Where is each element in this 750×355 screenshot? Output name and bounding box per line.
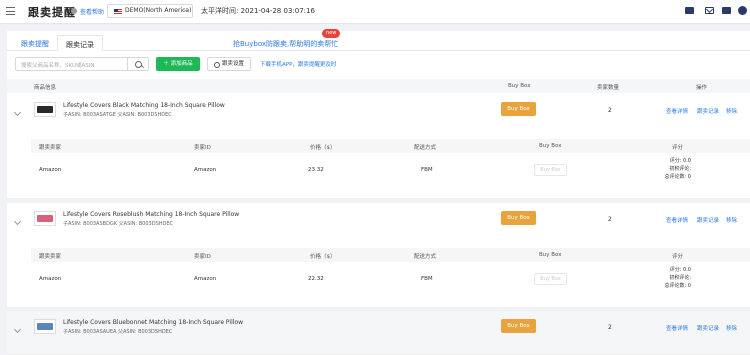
seller-subtable: 跟卖卖家 卖家ID 价格（$） 配送方式 Buy Box 评分 Amazon A… <box>7 244 750 307</box>
seller-count: 2 <box>608 216 612 223</box>
seller-rating: 评分: 0.0 初积评论: 总评论数: 0 <box>631 157 691 181</box>
view-detail-link[interactable]: 查看详情 <box>666 216 688 224</box>
rating-reviews: 初积评论: <box>669 275 691 281</box>
seller-price: 23.32 <box>308 167 324 173</box>
main-panel: 跟卖提醒 跟卖记录 抢Buybox防跟卖,帮助明的卖帮忙 new 搜索父商品名称… <box>7 29 750 355</box>
seller-count: 2 <box>608 324 612 331</box>
product-thumbnail <box>34 211 56 226</box>
product-title[interactable]: Lifestyle Covers Roseblush Matching 18-I… <box>63 211 239 218</box>
download-app-link[interactable]: 下载手机APP，跟卖提醒更及时 <box>260 60 336 68</box>
remove-link[interactable]: 移除 <box>726 324 737 332</box>
seller-shipping: FBM <box>421 276 433 282</box>
sub-col-seller: 跟卖卖家 <box>39 145 62 151</box>
sub-col-seller-id: 卖家ID <box>194 254 211 260</box>
collapse-icon[interactable] <box>13 108 22 117</box>
seller-buy-box-button: Buy Box <box>534 273 567 285</box>
follow-record-link[interactable]: 跟卖记录 <box>697 216 719 224</box>
remove-link[interactable]: 移除 <box>726 216 737 224</box>
message-icon[interactable] <box>722 7 731 14</box>
add-product-button[interactable]: ＋ 添加商品 <box>156 57 200 71</box>
product-row: Lifestyle Covers Roseblush Matching 18-I… <box>7 203 750 247</box>
search-input[interactable]: 搜索父商品名称、SKU或ASIN <box>15 57 133 71</box>
search-icon[interactable] <box>127 57 149 71</box>
add-product-label: 添加商品 <box>170 61 193 67</box>
col-actions: 操作 <box>696 85 708 91</box>
sub-col-rating: 评分 <box>672 145 684 151</box>
pillow-image <box>37 323 53 330</box>
seller-subtable-header: 跟卖卖家 卖家ID 价格（$） 配送方式 Buy Box 评分 <box>31 248 750 262</box>
seller-subtable: 跟卖卖家 卖家ID 价格（$） 配送方式 Buy Box 评分 Amazon A… <box>7 135 750 198</box>
follow-settings-button[interactable]: 跟卖设置 <box>207 57 251 71</box>
seller-id: Amazon <box>194 276 217 282</box>
us-flag-icon <box>114 9 122 14</box>
product-thumbnail <box>34 319 56 334</box>
menu-icon[interactable] <box>6 7 15 15</box>
pacific-time: 太平洋时间: 2021-04-28 03:07:16 <box>201 7 315 15</box>
view-detail-link[interactable]: 查看详情 <box>666 324 688 332</box>
product-row: Lifestyle Covers Black Matching 18-Inch … <box>7 94 750 138</box>
seller-rating: 评分: 0.0 初积评论: 总评论数: 0 <box>631 266 691 290</box>
product-row: Lifestyle Covers Bluebonnet Matching 18-… <box>7 311 750 355</box>
pillow-image <box>37 106 53 113</box>
buy-box-button[interactable]: Buy Box <box>501 102 536 116</box>
seller-count: 2 <box>608 107 612 114</box>
top-bar: 跟卖提醒 查看帮助 DEMO(North America) ⌄ 太平洋时间: 2… <box>0 0 750 24</box>
help-icon[interactable] <box>71 8 77 14</box>
rating-score: 评分: 0.0 <box>669 267 691 273</box>
follow-record-link[interactable]: 跟卖记录 <box>697 107 719 115</box>
buy-box-button[interactable]: Buy Box <box>501 319 536 333</box>
product-asins: 子ASIN: B003ASATGE 父ASIN: B003DSHDEC <box>63 112 172 118</box>
seller-name: Amazon <box>39 167 62 173</box>
calendar-icon[interactable] <box>685 7 694 14</box>
tab-follow-record[interactable]: 跟卖记录 <box>57 35 103 51</box>
region-label: DEMO(North America) <box>125 7 192 14</box>
app-title: 跟卖提醒 <box>28 6 76 19</box>
sub-col-buy-box: Buy Box <box>539 252 562 258</box>
tab-bar: 跟卖提醒 跟卖记录 抢Buybox防跟卖,帮助明的卖帮忙 new <box>7 29 750 51</box>
sub-col-seller-id: 卖家ID <box>194 145 211 151</box>
col-seller-count: 卖家数量 <box>597 85 620 91</box>
chevron-down-icon: ⌄ <box>182 6 188 13</box>
pillow-image <box>37 215 53 222</box>
seller-subtable-header: 跟卖卖家 卖家ID 价格（$） 配送方式 Buy Box 评分 <box>31 139 750 153</box>
table-header: 商品信息 Buy Box 卖家数量 操作 <box>7 79 750 93</box>
remove-link[interactable]: 移除 <box>726 107 737 115</box>
buy-box-button[interactable]: Buy Box <box>501 211 536 225</box>
sub-col-price: 价格（$） <box>310 145 336 151</box>
col-product-info: 商品信息 <box>34 85 57 91</box>
seller-buy-box-button: Buy Box <box>534 164 567 176</box>
seller-name: Amazon <box>39 276 62 282</box>
rating-total: 总评论数: 0 <box>664 283 691 289</box>
user-avatar-icon[interactable] <box>738 6 747 15</box>
product-title[interactable]: Lifestyle Covers Black Matching 18-Inch … <box>63 102 225 109</box>
rating-score: 评分: 0.0 <box>669 158 691 164</box>
rating-reviews: 初积评论: <box>669 166 691 172</box>
view-detail-link[interactable]: 查看详情 <box>666 107 688 115</box>
seller-id: Amazon <box>194 167 217 173</box>
promo-link[interactable]: 抢Buybox防跟卖,帮助明的卖帮忙 <box>233 39 338 49</box>
sub-col-price: 价格（$） <box>310 254 336 260</box>
product-asins: 子ASIN: B003ASBDGK 父ASIN: B003DSHDEC <box>63 221 174 227</box>
region-select[interactable]: DEMO(North America) ⌄ <box>107 4 193 18</box>
product-asins: 子ASIN: B003ASAUEA 父ASIN: B003DSHDEC <box>63 329 173 335</box>
tab-follow-alert[interactable]: 跟卖提醒 <box>13 35 57 51</box>
sub-col-shipping: 配送方式 <box>414 145 437 151</box>
rating-total: 总评论数: 0 <box>664 174 691 180</box>
product-thumbnail <box>34 102 56 117</box>
new-badge: new <box>322 29 341 38</box>
follow-record-link[interactable]: 跟卖记录 <box>697 324 719 332</box>
seller-price: 22.32 <box>308 276 324 282</box>
seller-shipping: FBM <box>421 167 433 173</box>
sub-col-seller: 跟卖卖家 <box>39 254 62 260</box>
collapse-icon[interactable] <box>13 217 22 226</box>
sub-col-buy-box: Buy Box <box>539 143 562 149</box>
sub-col-rating: 评分 <box>672 254 684 260</box>
follow-settings-label: 跟卖设置 <box>222 61 245 67</box>
collapse-icon[interactable] <box>13 325 22 334</box>
help-link[interactable]: 查看帮助 <box>80 7 104 16</box>
col-buy-box: Buy Box <box>508 83 531 89</box>
mail-icon[interactable] <box>705 7 714 14</box>
product-title[interactable]: Lifestyle Covers Bluebonnet Matching 18-… <box>63 319 243 326</box>
sub-col-shipping: 配送方式 <box>414 254 437 260</box>
